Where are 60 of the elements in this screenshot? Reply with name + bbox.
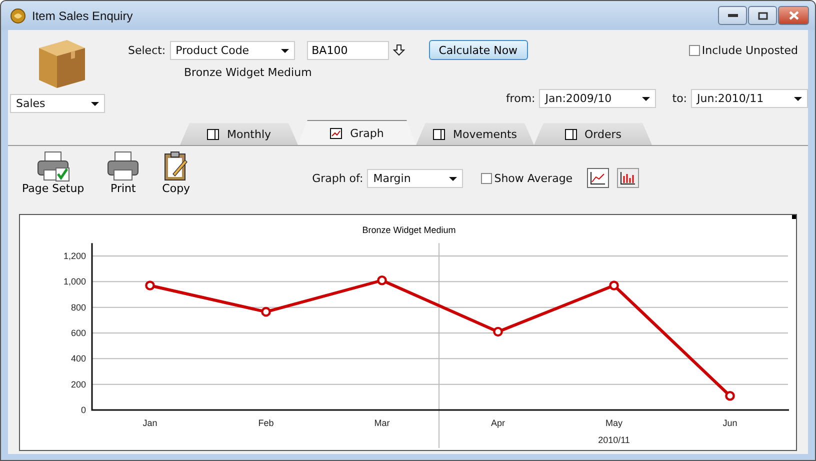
- data-point: [725, 390, 735, 401]
- calculate-button[interactable]: Calculate Now: [428, 40, 528, 60]
- tab-icon: [330, 128, 342, 138]
- tab-icon: [433, 128, 445, 140]
- data-point: [261, 306, 271, 317]
- toolbar-button[interactable]: Print: [102, 150, 144, 195]
- app-icon: [10, 8, 26, 24]
- show-average-checkbox[interactable]: Show Average: [481, 172, 573, 184]
- select-label: Select:: [128, 44, 166, 56]
- select-dropdown[interactable]: Product Code: [170, 40, 295, 60]
- tab-icon: [206, 128, 219, 140]
- x-tick-label: Apr: [491, 418, 505, 428]
- minimize-button[interactable]: [718, 6, 747, 25]
- y-tick-label: 1,000: [63, 276, 86, 287]
- include-unposted-checkbox[interactable]: Include Unposted: [688, 44, 798, 56]
- toolbar-button[interactable]: Page Setup: [18, 150, 88, 195]
- x-tick-label: Jan: [142, 418, 158, 428]
- x-tick-label: Feb: [258, 418, 274, 428]
- from-dropdown[interactable]: Jan:2009/10: [539, 89, 656, 108]
- y-tick-label: 0: [80, 405, 86, 415]
- y-tick-label: 1,200: [63, 251, 86, 261]
- tab[interactable]: Monthly: [180, 123, 298, 145]
- category-dropdown[interactable]: Sales: [10, 94, 105, 113]
- y-tick-label: 200: [70, 379, 86, 390]
- product-name: Bronze Widget Medium: [184, 66, 313, 79]
- data-point: [145, 280, 155, 290]
- data-point: [493, 326, 503, 337]
- data-point: [609, 280, 619, 290]
- down-arrow-icon[interactable]: [392, 44, 405, 56]
- toolbar-button[interactable]: Copy: [158, 150, 194, 195]
- year-label: 2010/11: [598, 435, 630, 445]
- from-label: from:: [506, 92, 536, 105]
- clipboard-icon: [163, 150, 190, 182]
- chart-title: Bronze Widget Medium: [362, 225, 456, 235]
- y-tick-label: 800: [70, 302, 86, 312]
- close-button[interactable]: [778, 6, 809, 25]
- data-point: [377, 275, 387, 286]
- to-label: to:: [672, 92, 687, 105]
- tab[interactable]: Movements: [416, 123, 534, 145]
- tab[interactable]: Graph: [298, 120, 416, 145]
- minimize-icon: [728, 14, 738, 18]
- tab[interactable]: Orders: [534, 123, 652, 145]
- to-dropdown[interactable]: Jun:2010/11: [691, 89, 808, 108]
- close-icon: [788, 11, 798, 20]
- window-title: Item Sales Enquiry: [32, 8, 134, 22]
- maximize-button[interactable]: [748, 6, 777, 25]
- code-field[interactable]: BA100: [306, 40, 389, 60]
- maximize-icon: [758, 12, 768, 20]
- graph-of-dropdown[interactable]: Margin: [367, 168, 464, 188]
- printer-icon: [106, 150, 140, 182]
- bar-chart-button[interactable]: [616, 168, 639, 188]
- y-tick-label: 400: [70, 354, 86, 364]
- x-tick-label: May: [606, 418, 622, 428]
- x-tick-label: Jun: [722, 418, 738, 428]
- tab-icon: [564, 128, 576, 140]
- y-tick-label: 600: [70, 328, 86, 338]
- graph-of-label: Graph of:: [312, 172, 364, 184]
- printer-check-icon: [36, 150, 70, 182]
- line-chart-button[interactable]: [586, 168, 609, 188]
- x-tick-label: Mar: [374, 418, 390, 428]
